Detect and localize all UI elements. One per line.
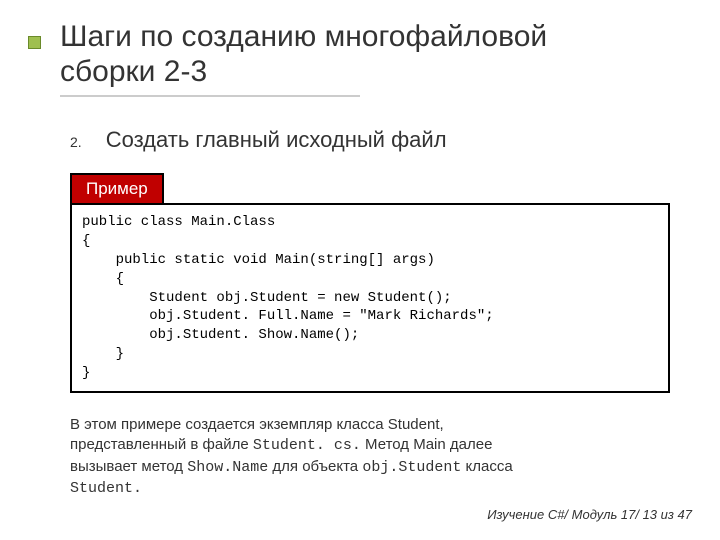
para-2c: Метод Main далее [361, 436, 493, 453]
para-3d: obj.Student [362, 459, 461, 476]
para-3b: Show.Name [187, 459, 268, 476]
step-number: 2. [70, 134, 82, 150]
para-line-1: В этом примере создается экземпляр класс… [70, 416, 444, 433]
example-label: Пример [70, 173, 164, 205]
step-row: 2. Создать главный исходный файл [70, 127, 680, 153]
slide: Шаги по созданию многофайловой сборки 2-… [0, 0, 720, 540]
para-3a: вызывает метод [70, 458, 187, 475]
description-paragraph: В этом примере создается экземпляр класс… [70, 415, 670, 499]
para-3c: для объекта [268, 458, 362, 475]
step-text: Создать главный исходный файл [106, 127, 447, 153]
title-underline [60, 95, 360, 97]
para-2b: Student. cs. [253, 437, 361, 454]
accent-square [28, 36, 41, 49]
title-line-2: сборки 2-3 [60, 55, 207, 88]
code-block: public class Main.Class { public static … [70, 203, 670, 393]
para-2a: представленный в файле [70, 436, 253, 453]
slide-title: Шаги по созданию многофайловой сборки 2-… [60, 20, 680, 89]
title-line-1: Шаги по созданию многофайловой [60, 20, 547, 53]
para-3e: класса [461, 458, 512, 475]
para-4: Student. [70, 480, 142, 497]
footer-text: Изучение C#/ Модуль 17/ 13 из 47 [487, 507, 692, 522]
